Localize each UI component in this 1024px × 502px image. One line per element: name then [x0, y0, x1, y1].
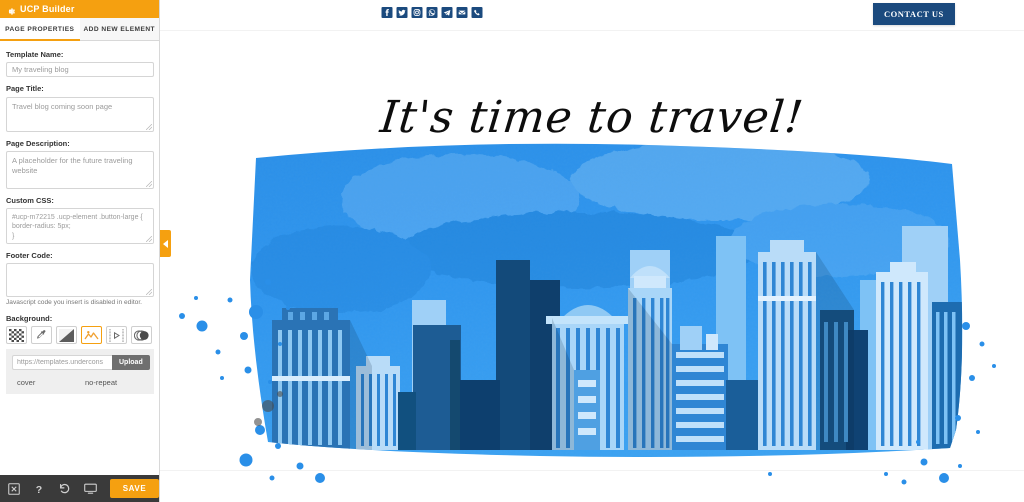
close-icon[interactable]	[8, 482, 20, 495]
whatsapp-icon[interactable]	[426, 5, 438, 18]
background-label: Background:	[6, 314, 53, 324]
telegram-icon[interactable]	[441, 5, 453, 18]
background-section: Background: https://templates.undercons …	[6, 314, 154, 395]
ucp-builder-app: UCP Builder PAGE PROPERTIES ADD NEW ELEM…	[0, 0, 1024, 502]
page-title-field: Page Title: Travel blog coming soon page	[6, 84, 154, 132]
hero-cityscape-illustration	[179, 143, 996, 485]
facebook-icon[interactable]	[381, 5, 393, 18]
chevron-left-icon	[163, 239, 168, 248]
twitter-icon[interactable]	[396, 5, 408, 18]
custom-css-textarea[interactable]: #ucp-m72215 .ucp-element .button-large {…	[6, 208, 154, 244]
page-properties-panel: Template Name: Page Title: Travel blog c…	[0, 41, 159, 475]
svg-text:?: ?	[36, 483, 42, 494]
background-upload-button[interactable]: Upload	[112, 355, 150, 371]
gradient-icon[interactable]	[56, 326, 77, 345]
custom-css-field: Custom CSS: #ucp-m72215 .ucp-element .bu…	[6, 195, 154, 244]
background-url-input[interactable]	[12, 355, 112, 371]
footer-code-field: Footer Code: Javascript code you insert …	[6, 251, 154, 307]
template-name-field: Template Name:	[6, 50, 154, 78]
brand-bar: UCP Builder	[0, 0, 159, 18]
save-button[interactable]: SAVE	[110, 479, 159, 498]
page-description-textarea[interactable]: A placeholder for the future traveling w…	[6, 150, 154, 189]
footer-code-wrap	[6, 263, 154, 298]
page-canvas: CONTACT US It's time to travel!	[160, 0, 1024, 502]
template-name-label: Template Name:	[6, 50, 64, 59]
page-description-field: Page Description: A placeholder for the …	[6, 138, 154, 189]
page-title-wrap: Travel blog coming soon page	[6, 96, 154, 132]
tab-page-properties[interactable]: PAGE PROPERTIES	[0, 18, 80, 41]
sidebar: UCP Builder PAGE PROPERTIES ADD NEW ELEM…	[0, 0, 171, 502]
custom-css-label: Custom CSS:	[6, 195, 54, 205]
template-name-input[interactable]	[6, 62, 154, 78]
email-icon[interactable]	[456, 5, 468, 18]
eyedropper-color-icon[interactable]	[31, 326, 52, 345]
page-description-label: Page Description:	[6, 138, 70, 148]
page-description-wrap: A placeholder for the future traveling w…	[6, 150, 154, 189]
canvas-divider-top	[160, 30, 1024, 31]
social-icon-bar	[381, 5, 483, 18]
custom-css-wrap: #ucp-m72215 .ucp-element .button-large {…	[6, 208, 154, 244]
phone-icon[interactable]	[471, 5, 483, 18]
pattern-icon[interactable]	[131, 326, 152, 345]
video-icon[interactable]	[106, 326, 127, 345]
footer-code-label: Footer Code:	[6, 251, 53, 260]
gear-icon	[5, 4, 16, 15]
brand-title: UCP Builder	[20, 3, 75, 14]
collapse-sidebar-handle[interactable]	[160, 230, 171, 257]
background-options-row: cover no-repeat	[12, 378, 148, 387]
footer-code-textarea[interactable]	[6, 263, 154, 298]
hero-headline: It's time to travel!	[377, 92, 807, 143]
desktop-preview-icon[interactable]	[84, 482, 97, 495]
tab-bar: PAGE PROPERTIES ADD NEW ELEMENT	[0, 18, 159, 41]
background-size-select[interactable]: cover	[17, 378, 85, 387]
undo-history-icon[interactable]	[58, 482, 71, 495]
background-url-row: Upload	[12, 355, 150, 371]
help-icon[interactable]: ?	[33, 482, 45, 495]
transparent-checker-icon[interactable]	[6, 326, 27, 345]
tab-add-new-element[interactable]: ADD NEW ELEMENT	[80, 18, 160, 40]
bottom-toolbar: ? SAVE	[0, 475, 159, 502]
background-repeat-select[interactable]: no-repeat	[85, 378, 117, 387]
page-title-textarea[interactable]: Travel blog coming soon page	[6, 96, 154, 132]
background-type-icons	[6, 326, 153, 345]
image-icon[interactable]	[81, 326, 102, 345]
footer-code-hint: Javascript code you insert is disabled i…	[6, 299, 142, 307]
page-title-label: Page Title:	[6, 84, 44, 94]
background-image-settings: Upload cover no-repeat	[6, 349, 154, 395]
instagram-icon[interactable]	[411, 5, 423, 18]
contact-us-button[interactable]: CONTACT US	[873, 3, 955, 25]
